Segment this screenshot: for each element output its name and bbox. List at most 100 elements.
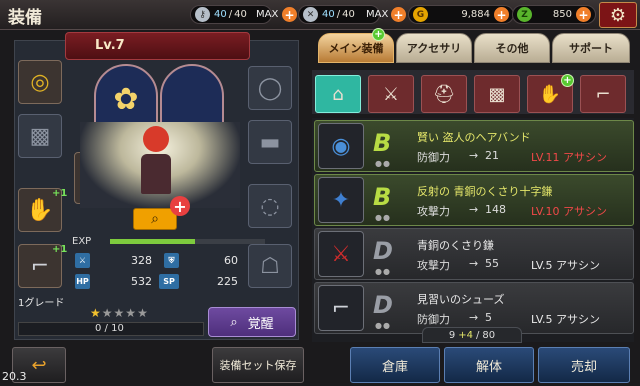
key-icon: ⚷ xyxy=(195,7,210,22)
fairy-icon: ✿ xyxy=(113,82,139,117)
equip-slot-belt[interactable]: ▬ xyxy=(248,120,292,164)
sp-icon: SP xyxy=(159,274,179,289)
inspect-button[interactable]: ⌕ xyxy=(133,208,177,230)
star-icon: ★ xyxy=(90,306,102,320)
item-requirement: LV.11 アサシン xyxy=(531,151,608,164)
stat-sp: 225 xyxy=(217,275,238,288)
item-stat-label: 攻撃力 xyxy=(417,259,450,272)
tab-main-equip-label: メイン装備 xyxy=(328,42,384,55)
item-grade: B xyxy=(373,129,392,157)
item-stat-arrow: → xyxy=(469,203,479,216)
warehouse-label: 倉庫 xyxy=(381,359,408,375)
star-icon: ★ xyxy=(137,306,149,320)
gem-amount: 850 xyxy=(552,9,572,20)
plus-icon: + xyxy=(173,196,187,216)
shield-icon: ⛨ xyxy=(164,253,179,268)
inventory-current: 9 xyxy=(448,329,456,341)
item-name: 青銅のくさり鎌 xyxy=(417,239,494,252)
item-icon-frame: ⚔ xyxy=(318,231,364,277)
equip-slot-necklace[interactable]: ◯ xyxy=(248,66,292,110)
stat-hp: 532 xyxy=(131,275,152,288)
item-name: 賢い 盗人のヘアバンド xyxy=(417,131,531,144)
enhance-plus-label: +1 xyxy=(52,244,68,255)
helmet-icon: ⛑ xyxy=(432,83,456,105)
gear-icon: ⚙ xyxy=(609,4,627,26)
gem-plus-button[interactable]: + xyxy=(576,7,591,22)
item-grade: B xyxy=(373,183,392,211)
pvp-max: 40 xyxy=(342,9,355,20)
charm-icon: ☖ xyxy=(260,253,280,279)
equip-slot-ring[interactable]: ◎ xyxy=(18,60,62,104)
sell-button[interactable]: 売却 xyxy=(538,347,630,383)
item-icon-frame: ◉ xyxy=(318,123,364,169)
warehouse-button[interactable]: 倉庫 xyxy=(350,347,440,383)
item-socket-dots: ●● xyxy=(375,159,391,168)
inventory-max: 80 xyxy=(482,329,496,341)
equip-slot-armor[interactable]: ▩ xyxy=(18,114,62,158)
awaken-label: 覚醒 xyxy=(247,316,274,332)
item-stat-label: 防御力 xyxy=(417,313,450,326)
sword-icon: ⚔ xyxy=(75,253,90,268)
tab-support[interactable]: サポート xyxy=(552,33,630,63)
headband-icon: ◉ xyxy=(331,133,351,159)
shoes-icon: ⌐ xyxy=(331,295,351,321)
grade-progress-text: 0 / 10 xyxy=(95,323,124,334)
item-row[interactable]: ◉ B ●● 賢い 盗人のヘアバンド 防御力 → 21 LV.11 アサシン xyxy=(314,120,634,172)
magnifier-icon: ⌕ xyxy=(151,211,159,227)
star-icon: ★ xyxy=(101,306,114,320)
dismantle-button[interactable]: 解体 xyxy=(444,347,534,383)
equip-set-save-button[interactable]: 装備セット保存 xyxy=(212,347,304,383)
version-label: 20.3 xyxy=(2,370,27,383)
stamina-max-label: MAX xyxy=(256,9,279,20)
item-stat-label: 防御力 xyxy=(417,151,450,164)
back-arrow-icon: ↩ xyxy=(31,354,47,376)
armor-icon: ▩ xyxy=(488,83,506,105)
sickle-icon: ⚔ xyxy=(331,241,351,267)
character-avatar[interactable] xyxy=(138,126,174,196)
new-badge-icon: + xyxy=(372,28,385,41)
filter-weapon[interactable]: ⚔ xyxy=(368,75,414,113)
gem-icon: Z xyxy=(517,7,532,22)
gem-resource: Z 850 + xyxy=(512,5,596,24)
tab-other[interactable]: その他 xyxy=(474,33,550,63)
dismantle-label: 解体 xyxy=(475,359,502,375)
star-icon: ★ xyxy=(125,306,138,320)
tab-accessory[interactable]: アクセサリ xyxy=(396,33,472,63)
filter-all[interactable]: ⌂ xyxy=(315,75,361,113)
equip-slot-earring[interactable]: ◌ xyxy=(248,184,292,228)
stat-defense: 60 xyxy=(224,254,238,267)
glove-icon: ✋ xyxy=(26,197,54,223)
gold-plus-button[interactable]: + xyxy=(494,7,509,22)
earring-icon: ◌ xyxy=(260,193,280,219)
item-name: 反射の 青銅のくさり十字鎌 xyxy=(417,185,553,198)
equip-slot-charm[interactable]: ☖ xyxy=(248,244,292,288)
item-socket-dots: ●● xyxy=(375,267,391,276)
item-icon-frame: ⌐ xyxy=(318,285,364,331)
enhance-plus-label: +1 xyxy=(52,188,68,199)
tab-accessory-label: アクセサリ xyxy=(406,42,462,55)
boot-icon: ⌐ xyxy=(30,253,50,279)
stamina-plus-button[interactable]: + xyxy=(282,7,297,22)
inventory-plus: +4 xyxy=(458,329,473,341)
filter-boots[interactable]: ⌐ xyxy=(580,75,626,113)
gold-coin-icon: G xyxy=(413,7,428,22)
item-grade: D xyxy=(373,237,393,265)
item-stat-arrow: → xyxy=(469,311,479,324)
item-stat-arrow: → xyxy=(469,257,479,270)
grade-stars: ★★★★★ xyxy=(90,306,149,320)
pvp-plus-button[interactable]: + xyxy=(391,7,406,22)
stamina-current: 40 xyxy=(214,9,227,20)
item-grade: D xyxy=(373,291,393,319)
item-icon-frame: ✦ xyxy=(318,177,364,223)
ring-icon: ◎ xyxy=(30,69,50,95)
item-row[interactable]: ⚔ D ●● 青銅のくさり鎌 攻撃力 → 55 LV.5 アサシン xyxy=(314,228,634,280)
filter-armor[interactable]: ▩ xyxy=(474,75,520,113)
settings-button[interactable]: ⚙ xyxy=(599,2,637,28)
cross-sickle-icon: ✦ xyxy=(331,187,351,213)
star-icon: ★ xyxy=(113,306,126,320)
item-stat-arrow: → xyxy=(469,149,479,162)
add-button[interactable]: + xyxy=(170,196,190,216)
item-row[interactable]: ✦ B ●● 反射の 青銅のくさり十字鎌 攻撃力 → 148 LV.10 アサシン xyxy=(314,174,634,226)
awaken-button[interactable]: ⌕ 覚醒 xyxy=(208,307,296,337)
filter-helmet[interactable]: ⛑ xyxy=(421,75,467,113)
